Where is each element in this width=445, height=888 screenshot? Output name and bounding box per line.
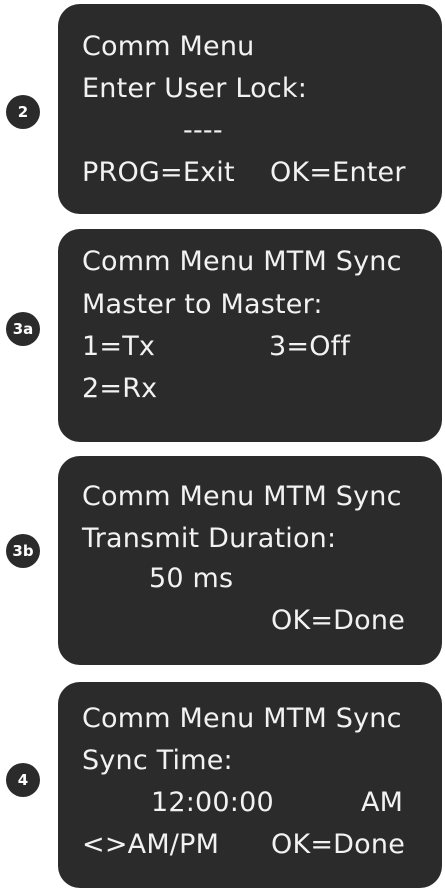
- lcd-line-title: Comm Menu: [82, 31, 255, 62]
- step-badge-3a: 3a: [6, 312, 40, 346]
- lcd-screen-mtm-sync-time: Comm Menu MTM Sync Sync Time: 12:00:00 A…: [58, 682, 442, 888]
- lcd-line-am-indicator: AM: [361, 787, 404, 818]
- lcd-line-title: Comm Menu MTM Sync: [82, 246, 402, 277]
- lcd-line-prog-exit: PROG=Exit: [82, 157, 235, 188]
- lcd-line-prompt: Sync Time:: [82, 745, 233, 776]
- lcd-screen-comm-menu-user-lock: Comm Menu Enter User Lock: ---- PROG=Exi…: [58, 4, 442, 214]
- lcd-screen-mtm-sync-master-to-master: Comm Menu MTM Sync Master to Master: 1=T…: [58, 229, 442, 442]
- lcd-line-ok-done: OK=Done: [271, 605, 406, 636]
- lcd-line-duration-value: 50 ms: [149, 563, 234, 594]
- lcd-line-ok-done: OK=Done: [271, 829, 406, 860]
- lcd-line-prompt: Master to Master:: [82, 289, 323, 320]
- lcd-line-lock-entry: ----: [183, 115, 223, 146]
- step-badge-4: 4: [6, 763, 40, 797]
- lcd-line-title: Comm Menu MTM Sync: [82, 481, 402, 512]
- lcd-line-time-value: 12:00:00: [151, 787, 274, 818]
- step-badge-3b: 3b: [6, 534, 40, 568]
- lcd-line-title: Comm Menu MTM Sync: [82, 703, 402, 734]
- lcd-line-prompt: Enter User Lock:: [82, 73, 308, 104]
- lcd-line-option-tx: 1=Tx: [82, 331, 156, 362]
- lcd-line-ok-enter: OK=Enter: [270, 157, 406, 188]
- lcd-line-am-pm-toggle: <>AM/PM: [82, 829, 220, 860]
- lcd-screen-mtm-sync-transmit-duration: Comm Menu MTM Sync Transmit Duration: 50…: [58, 456, 442, 665]
- lcd-line-prompt: Transmit Duration:: [82, 523, 337, 554]
- lcd-line-option-rx: 2=Rx: [82, 373, 158, 404]
- step-badge-2: 2: [6, 95, 40, 129]
- lcd-line-option-off: 3=Off: [269, 331, 351, 362]
